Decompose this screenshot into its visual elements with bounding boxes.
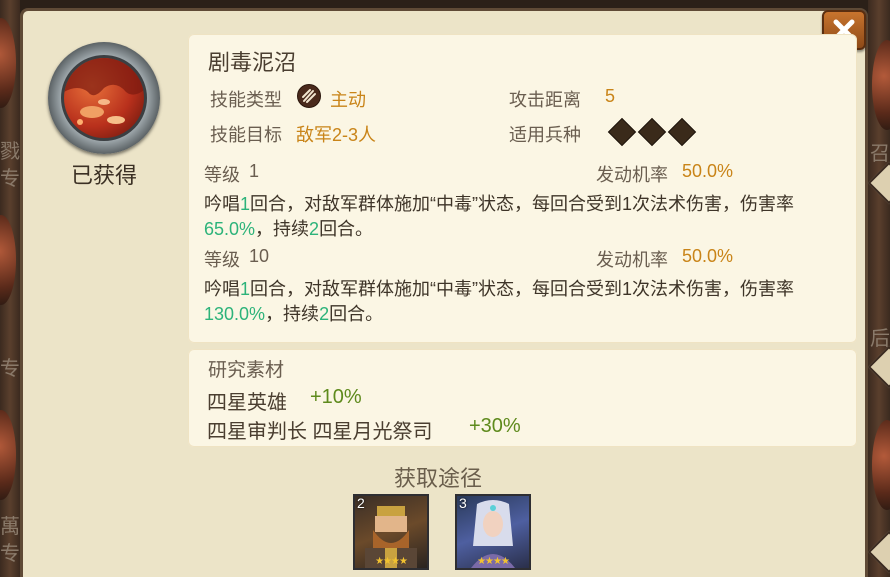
background-label: 专 bbox=[0, 168, 20, 190]
attack-range-label: 攻击距离 bbox=[509, 90, 581, 110]
trigger-rate-value: 50.0% bbox=[682, 161, 734, 181]
level-label: 等级 bbox=[204, 250, 240, 270]
level-description: 吟唱1回合，对敌军群体施加“中毒”状态，每回合受到1次法术伤害，伤害率65.0%… bbox=[204, 194, 795, 239]
research-row-bonus: +10% bbox=[310, 386, 362, 408]
research-row-bonus: +30% bbox=[469, 415, 521, 437]
trigger-rate-label: 发动机率 bbox=[596, 250, 668, 270]
research-title: 研究素材 bbox=[208, 360, 285, 381]
hero-card[interactable]: 2 ★★★★ bbox=[353, 494, 429, 570]
active-skill-icon bbox=[297, 84, 321, 108]
obtain-title: 获取途径 bbox=[394, 466, 483, 491]
obtained-status: 已获得 bbox=[70, 163, 137, 188]
hero-level: 3 bbox=[459, 495, 467, 511]
skill-type-label: 技能类型 bbox=[210, 90, 282, 110]
hero-stars: ★★★★ bbox=[477, 556, 510, 567]
research-row-text: 四星审判长 四星月光祭司 bbox=[207, 421, 433, 443]
background-label: 专 bbox=[0, 543, 20, 565]
level-value: 10 bbox=[249, 246, 270, 266]
background-label: 萬 bbox=[0, 516, 20, 538]
skill-type-value: 主动 bbox=[330, 90, 366, 110]
hero-level: 2 bbox=[357, 495, 365, 511]
background-label: 专 bbox=[0, 358, 20, 380]
level-description: 吟唱1回合，对敌军群体施加“中毒”状态，每回合受到1次法术伤害，伤害率130.0… bbox=[204, 279, 795, 324]
skill-name: 剧毒泥沼 bbox=[208, 50, 297, 75]
trigger-rate-value: 50.0% bbox=[682, 246, 734, 266]
skill-target-value: 敌军2-3人 bbox=[296, 125, 377, 145]
troop-type-label: 适用兵种 bbox=[509, 125, 581, 145]
skill-target-label: 技能目标 bbox=[210, 125, 282, 145]
background-label: 戮 bbox=[0, 141, 20, 163]
level-value: 1 bbox=[249, 161, 260, 181]
level-label: 等级 bbox=[204, 165, 240, 185]
attack-range-value: 5 bbox=[605, 86, 616, 106]
hero-stars: ★★★★ bbox=[375, 556, 408, 567]
trigger-rate-label: 发动机率 bbox=[596, 165, 668, 185]
research-row-text: 四星英雄 bbox=[207, 392, 287, 414]
hero-card[interactable]: 3 ★★★★ bbox=[455, 494, 531, 570]
background-label: 召 bbox=[870, 143, 890, 165]
skill-icon bbox=[48, 42, 160, 154]
